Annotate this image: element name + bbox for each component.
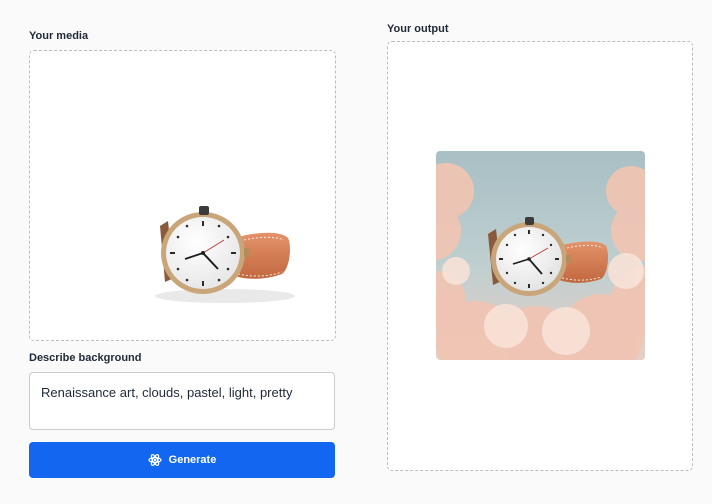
atom-icon <box>148 454 162 466</box>
media-dropzone[interactable] <box>29 50 336 341</box>
app-page: Your media Describe background Renaissan… <box>0 0 712 504</box>
generated-watch-clouds-image <box>436 151 645 360</box>
output-image <box>436 151 645 360</box>
background-prompt-input[interactable]: Renaissance art, clouds, pastel, light, … <box>29 372 335 430</box>
generate-button[interactable]: Generate <box>29 442 335 478</box>
output-label: Your output <box>387 23 449 35</box>
watch-product-image <box>155 206 295 303</box>
background-label: Describe background <box>29 352 142 364</box>
media-label: Your media <box>29 30 89 42</box>
generate-button-label: Generate <box>168 454 217 466</box>
input-panel: Your media Describe background Renaissan… <box>0 0 348 504</box>
